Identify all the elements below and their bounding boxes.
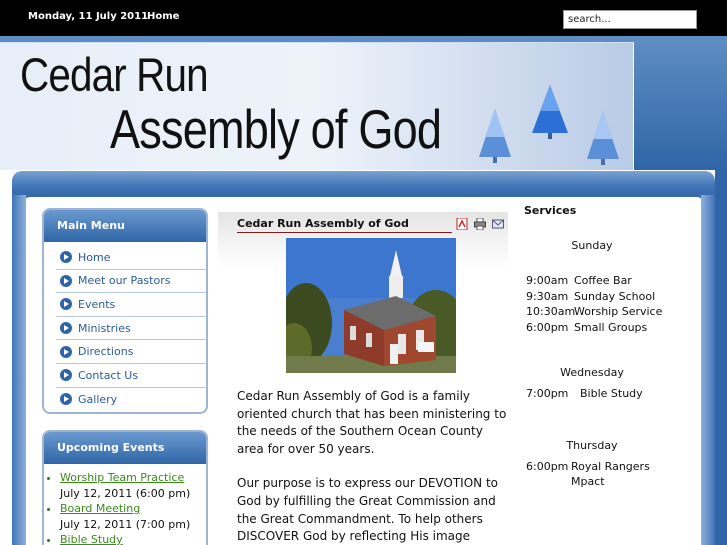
service-time: 7:00pm	[526, 387, 569, 400]
print-icon[interactable]	[474, 218, 486, 230]
service-time	[526, 475, 571, 488]
service-time: 6:00pm	[526, 321, 569, 334]
service-row: 10:30am Worship Service	[526, 305, 662, 318]
service-day-thursday: Thursday	[566, 439, 618, 452]
upcoming-events-title: Upcoming Events	[44, 432, 206, 464]
article-body: Cedar Run Assembly of God is a family or…	[237, 388, 509, 545]
menu-item-label: Gallery	[78, 392, 118, 406]
header-banner: Cedar Run Assembly of God	[0, 42, 634, 170]
service-row: 9:30am Sunday School	[526, 290, 655, 303]
top-bar: Monday, 11 July 2011 Home	[0, 0, 727, 36]
main-menu-list: Home Meet our Pastors Events Ministries …	[56, 246, 206, 411]
event-link[interactable]: Bible Study	[60, 533, 123, 545]
arrow-bullet-icon	[60, 393, 72, 406]
email-icon[interactable]	[492, 218, 504, 230]
event-date: July 12, 2011 (7:00 pm)	[60, 517, 191, 531]
service-row: 6:00pm Small Groups	[526, 321, 647, 334]
top-home-link[interactable]: Home	[147, 11, 179, 22]
content-top-bar	[12, 171, 715, 205]
site-title-line1: Cedar Run	[20, 48, 209, 101]
search-input[interactable]	[563, 10, 697, 29]
tree-icon	[532, 85, 568, 139]
church-photo	[286, 238, 456, 373]
menu-item-directions[interactable]: Directions	[56, 340, 206, 364]
upcoming-events-module: Upcoming Events Worship Team Practice Ju…	[42, 430, 208, 545]
menu-item-label: Events	[78, 297, 116, 311]
arrow-bullet-icon	[60, 369, 72, 382]
services-panel: Services Sunday 9:00am Coffee Bar 9:30am…	[524, 204, 704, 488]
services-title: Services	[524, 204, 577, 217]
menu-item-meet-our-pastors[interactable]: Meet our Pastors	[56, 270, 206, 294]
event-date: July 12, 2011 (6:00 pm)	[60, 486, 191, 500]
menu-item-events[interactable]: Events	[56, 293, 206, 317]
content-left-edge	[12, 195, 26, 545]
service-event: Small Groups	[574, 321, 648, 334]
content-right-edge	[701, 195, 715, 545]
menu-item-home[interactable]: Home	[56, 246, 206, 270]
tree-icon	[479, 109, 511, 163]
menu-item-gallery[interactable]: Gallery	[56, 388, 206, 412]
pdf-icon[interactable]	[456, 218, 468, 230]
service-time: 9:30am	[526, 290, 569, 303]
service-event: Bible Study	[580, 387, 643, 400]
article-paragraph: Our purpose is to express our DEVOTION t…	[237, 476, 498, 544]
site-header: Cedar Run Assembly of God	[0, 36, 727, 170]
service-event: Royal Rangers	[571, 460, 650, 473]
service-time: 9:00am	[526, 274, 569, 287]
service-event: Mpact	[571, 475, 605, 488]
arrow-bullet-icon	[60, 251, 72, 264]
menu-item-label: Home	[78, 250, 111, 264]
event-item: Board Meeting July 12, 2011 (7:00 pm)	[60, 501, 206, 532]
menu-item-ministries[interactable]: Ministries	[56, 317, 206, 341]
arrow-bullet-icon	[60, 274, 72, 287]
menu-item-label: Directions	[78, 345, 134, 359]
event-link[interactable]: Board Meeting	[60, 502, 140, 515]
service-row: 6:00pm Royal Rangers	[526, 460, 650, 473]
article-paragraph: Cedar Run Assembly of God is a family or…	[237, 389, 507, 456]
service-event: Worship Service	[574, 305, 663, 318]
menu-item-label: Meet our Pastors	[78, 274, 171, 288]
service-time: 10:30am	[526, 305, 576, 318]
service-row: 7:00pm Bible Study	[526, 387, 643, 400]
service-day-wednesday: Wednesday	[560, 366, 624, 379]
menu-item-label: Contact Us	[78, 368, 139, 382]
current-date: Monday, 11 July 2011	[28, 11, 149, 22]
arrow-bullet-icon	[60, 322, 72, 335]
service-time: 6:00pm	[526, 460, 569, 473]
tree-icon	[587, 111, 619, 165]
page-right-edge	[715, 170, 727, 545]
event-item: Bible Study	[60, 532, 206, 545]
service-event: Sunday School	[574, 290, 656, 303]
site-title-line2: Assembly of God	[110, 98, 442, 160]
menu-item-label: Ministries	[78, 321, 131, 335]
main-menu-title: Main Menu	[44, 210, 206, 242]
service-event: Coffee Bar	[574, 274, 632, 287]
event-item: Worship Team Practice July 12, 2011 (6:0…	[60, 470, 206, 501]
service-row: Mpact	[526, 475, 605, 488]
event-link[interactable]: Worship Team Practice	[60, 471, 184, 484]
main-menu-module: Main Menu Home Meet our Pastors Events M…	[42, 208, 208, 414]
menu-item-contact-us[interactable]: Contact Us	[56, 364, 206, 388]
article-title: Cedar Run Assembly of God	[237, 217, 452, 233]
arrow-bullet-icon	[60, 345, 72, 358]
arrow-bullet-icon	[60, 298, 72, 311]
service-day-sunday: Sunday	[571, 239, 613, 252]
service-row: 9:00am Coffee Bar	[526, 274, 632, 287]
events-list: Worship Team Practice July 12, 2011 (6:0…	[60, 470, 206, 545]
